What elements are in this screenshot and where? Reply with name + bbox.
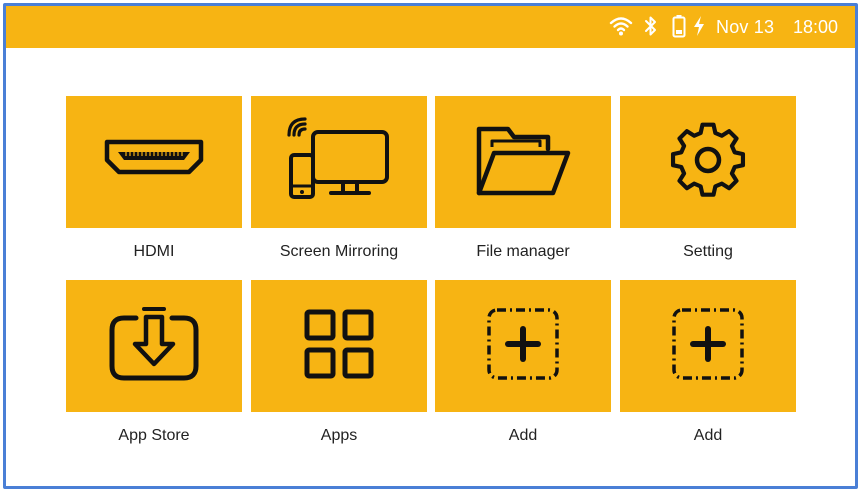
app-tile-add-2[interactable]: Add (620, 280, 796, 445)
gear-icon (669, 121, 747, 204)
bluetooth-icon (643, 15, 659, 42)
app-label: Apps (320, 427, 358, 444)
app-tile-file-manager[interactable]: File manager (435, 96, 611, 261)
app-tile-app-store[interactable]: App Store (66, 280, 242, 445)
wifi-icon (609, 15, 633, 42)
download-icon (108, 306, 200, 387)
folder-icon (474, 123, 572, 202)
battery-icon (672, 14, 686, 43)
app-label: HDMI (133, 243, 175, 260)
app-tile-apps[interactable]: Apps (251, 280, 427, 445)
add-icon (671, 307, 745, 386)
launcher-screen: Nov 13 18:00 HDMI Screen Mirroring File … (3, 3, 858, 489)
app-label: Setting (683, 243, 733, 260)
app-label: Add (508, 427, 538, 444)
hdmi-icon (104, 138, 204, 187)
screen-mirroring-icon (287, 116, 391, 208)
charging-icon (692, 15, 706, 42)
app-tile-hdmi[interactable]: HDMI (66, 96, 242, 261)
status-time: 18:00 (793, 17, 839, 37)
app-tile-add-1[interactable]: Add (435, 280, 611, 445)
app-label: Screen Mirroring (279, 243, 399, 260)
app-label: Add (693, 427, 723, 444)
app-tile-setting[interactable]: Setting (620, 96, 796, 261)
app-label: File manager (476, 243, 570, 260)
grid-icon (304, 309, 374, 384)
app-label: App Store (118, 427, 190, 444)
status-bar: Nov 13 18:00 (6, 6, 855, 48)
app-tile-screen-mirroring[interactable]: Screen Mirroring (251, 96, 427, 261)
status-date: Nov 13 (716, 17, 775, 37)
add-icon (486, 307, 560, 386)
